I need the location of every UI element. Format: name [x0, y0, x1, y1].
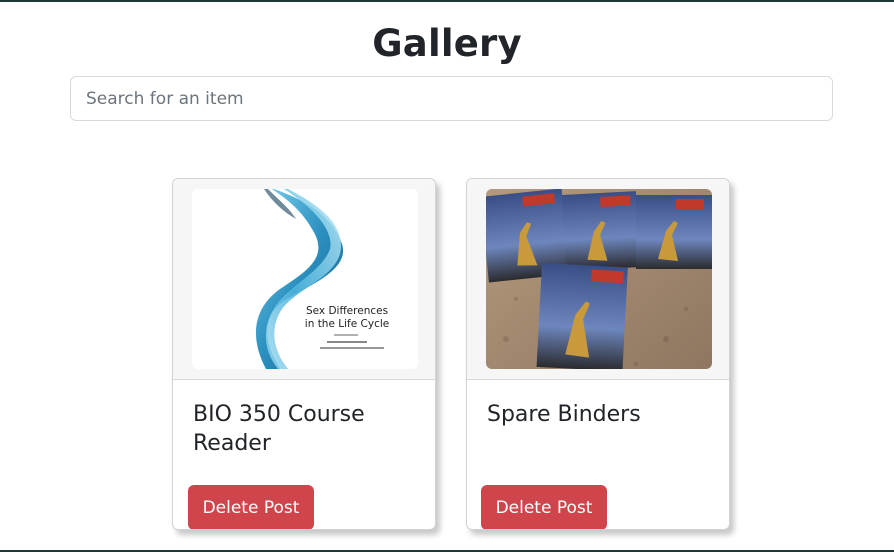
top-border — [0, 0, 894, 2]
page-title: Gallery — [372, 22, 522, 65]
card-image-area: Sex Differences in the Life Cycle — [173, 179, 435, 380]
binders-photo-image — [486, 189, 712, 369]
delete-post-button[interactable]: Delete Post — [481, 485, 607, 529]
gallery-card: Spare Binders Delete Post — [466, 178, 730, 530]
card-title: Spare Binders — [487, 402, 641, 427]
gallery-card: Sex Differences in the Life Cycle BIO 35… — [172, 178, 436, 530]
book-cover-image: Sex Differences in the Life Cycle — [192, 189, 418, 369]
search-input[interactable] — [70, 76, 833, 121]
card-image-area — [467, 179, 729, 380]
cover-title-line-2: in the Life Cycle — [305, 318, 389, 330]
card-title: BIO 350 Course Reader — [193, 402, 365, 456]
delete-post-button[interactable]: Delete Post — [188, 485, 314, 529]
cover-title-line-1: Sex Differences — [306, 305, 388, 317]
